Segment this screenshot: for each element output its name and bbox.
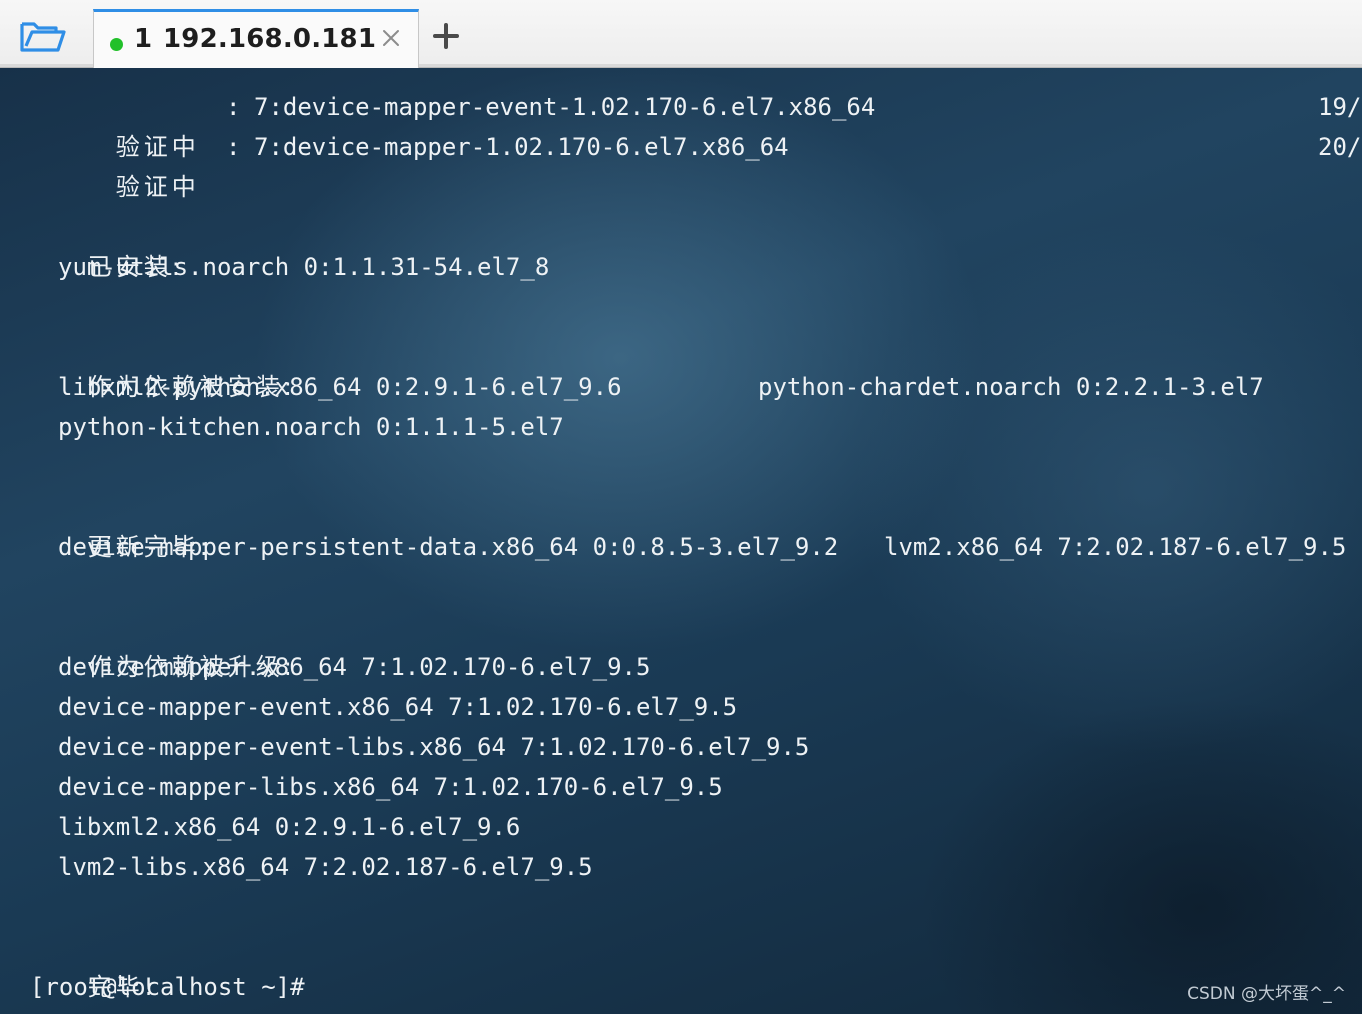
section-heading-dependency-installed: 作为依赖被安装:: [87, 373, 296, 401]
close-icon[interactable]: [379, 26, 403, 50]
updated-package: lvm2.x86_64 7:2.02.187-6.el7_9.5: [884, 533, 1347, 561]
open-session-button[interactable]: [14, 14, 72, 58]
dependency-installed-package: python-kitchen.noarch 0:1.1.1-5.el7: [58, 413, 564, 441]
watermark: CSDN @大坏蛋^_^: [1187, 984, 1346, 1004]
verify-row: 验证中: [58, 87, 200, 161]
verify-counter: 20/: [1318, 133, 1362, 161]
tab-session-1[interactable]: 1 192.168.0.181: [93, 9, 419, 68]
verify-counter: 19/: [1318, 93, 1362, 121]
completion-message: 完毕!: [87, 973, 158, 1001]
connection-status-icon: [110, 38, 123, 51]
terminal-output[interactable]: 验证中 : 7:device-mapper-event-1.02.170-6.e…: [0, 68, 1362, 1014]
section-heading-updated: 更新完毕:: [87, 533, 212, 561]
dependency-updated-package: lvm2-libs.x86_64 7:2.02.187-6.el7_9.5: [58, 853, 593, 881]
dependency-installed-package: libxml2-python.x86_64 0:2.9.1-6.el7_9.6: [58, 373, 622, 401]
shell-prompt[interactable]: [root@localhost ~]#: [30, 967, 305, 1007]
verify-package: 7:device-mapper-1.02.170-6.el7.x86_64: [254, 133, 789, 161]
dependency-updated-package: libxml2.x86_64 0:2.9.1-6.el7_9.6: [58, 813, 521, 841]
verify-label: 验证中: [115, 173, 200, 201]
tab-host: 192.168.0.181: [163, 24, 377, 54]
updated-package: device-mapper-persistent-data.x86_64 0:0…: [58, 533, 839, 561]
section-heading-installed: 已安装:: [87, 253, 184, 281]
plus-icon[interactable]: [430, 20, 462, 52]
dependency-updated-package: device-mapper.x86_64 7:1.02.170-6.el7_9.…: [58, 653, 651, 681]
dependency-updated-package: device-mapper-event.x86_64 7:1.02.170-6.…: [58, 693, 738, 721]
session-tab-bar: 1 192.168.0.181: [0, 0, 1362, 68]
section-heading-dependency-updated: 作为依赖被升级:: [87, 653, 296, 681]
verify-package: 7:device-mapper-event-1.02.170-6.el7.x86…: [254, 93, 876, 121]
dependency-installed-package: python-chardet.noarch 0:2.2.1-3.el7: [758, 373, 1264, 401]
dependency-updated-package: device-mapper-libs.x86_64 7:1.02.170-6.e…: [58, 773, 723, 801]
verify-separator: :: [226, 93, 241, 121]
dependency-updated-package: device-mapper-event-libs.x86_64 7:1.02.1…: [58, 733, 810, 761]
tab-index: 1: [134, 24, 153, 54]
folder-open-icon: [20, 22, 66, 52]
verify-separator: :: [226, 133, 241, 161]
installed-package: yum-utils.noarch 0:1.1.31-54.el7_8: [58, 253, 550, 281]
verify-row: 验证中: [58, 127, 200, 201]
